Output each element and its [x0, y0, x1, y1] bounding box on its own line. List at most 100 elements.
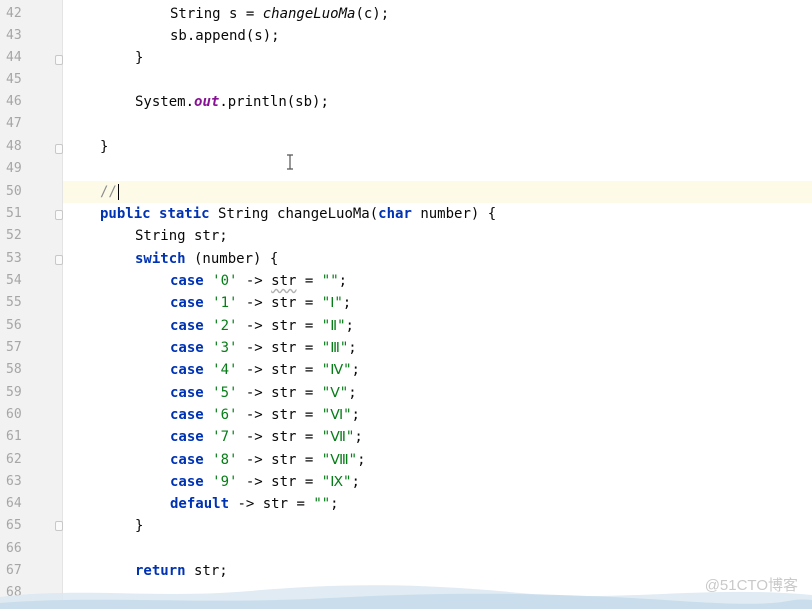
code-line: }: [100, 139, 109, 155]
string-literal: "Ⅵ": [321, 407, 352, 423]
case-line: case '5' -> str = "Ⅴ";: [170, 382, 357, 404]
line-number: 50: [6, 184, 22, 199]
fold-marker-icon[interactable]: [55, 210, 63, 220]
code-text: (number) {: [185, 251, 279, 267]
code-text: str: [271, 340, 297, 356]
code-text: ;: [351, 407, 360, 423]
line-number: 44: [6, 50, 22, 65]
code-text: =: [296, 452, 322, 468]
code-text: (c);: [355, 6, 390, 22]
code-text: str: [271, 474, 297, 490]
code-text: ;: [330, 496, 339, 512]
code-text: ;: [357, 452, 366, 468]
char-literal: '6': [212, 407, 238, 423]
code-line: return str;: [135, 560, 228, 582]
string-literal: "Ⅱ": [321, 318, 346, 334]
line-number: 43: [6, 28, 22, 43]
fold-marker-icon[interactable]: [55, 144, 63, 154]
line-number: 53: [6, 251, 22, 266]
line-number: 61: [6, 429, 22, 444]
code-text: =: [296, 362, 322, 378]
line-number: 56: [6, 318, 22, 333]
line-number: 58: [6, 362, 22, 377]
line-number: 47: [6, 116, 22, 131]
code-text: ;: [342, 295, 352, 311]
fold-marker-icon[interactable]: [55, 255, 63, 265]
code-text: =: [296, 474, 322, 490]
code-text: String changeLuoMa(: [209, 206, 379, 222]
code-text: ->: [237, 318, 272, 334]
code-text: ->: [237, 429, 272, 445]
keyword: case: [170, 273, 204, 289]
code-text: ;: [345, 318, 354, 334]
char-literal: '5': [212, 385, 238, 401]
code-editor[interactable]: String s = changeLuoMa(c); sb.append(s);…: [63, 0, 812, 609]
fold-marker-icon[interactable]: [55, 55, 63, 65]
line-number: 60: [6, 407, 22, 422]
line-number: 62: [6, 452, 22, 467]
keyword: case: [170, 385, 204, 401]
code-text: =: [296, 318, 322, 334]
code-text: str: [271, 273, 297, 289]
code-text: str: [271, 452, 297, 468]
line-number: 64: [6, 496, 22, 511]
case-line: case '1' -> str = "Ⅰ";: [170, 292, 351, 314]
line-number: 57: [6, 340, 22, 355]
code-line: }: [135, 50, 144, 66]
code-text: str: [271, 429, 297, 445]
keyword: case: [170, 474, 204, 490]
line-number: 66: [6, 541, 22, 556]
string-literal: "": [313, 496, 331, 512]
line-number: 52: [6, 228, 22, 243]
code-line: switch (number) {: [135, 248, 278, 270]
code-text: ;: [348, 385, 357, 401]
code-line: public static String changeLuoMa(char nu…: [100, 203, 496, 225]
line-number: 45: [6, 72, 22, 87]
code-text: ->: [237, 452, 272, 468]
code-line: String str;: [135, 228, 228, 244]
code-text: str: [271, 318, 297, 334]
method-name: changeLuoMa: [262, 6, 356, 22]
code-text: str: [271, 385, 297, 401]
line-number: 48: [6, 139, 22, 154]
line-number: 68: [6, 585, 22, 600]
string-literal: "Ⅰ": [321, 295, 343, 311]
case-line: case '4' -> str = "Ⅳ";: [170, 359, 360, 381]
string-literal: "Ⅷ": [321, 452, 358, 468]
code-text: ;: [351, 474, 360, 490]
string-literal: "Ⅴ": [321, 385, 349, 401]
keyword: case: [170, 362, 204, 378]
code-text: ->: [237, 385, 272, 401]
mouse-ibeam-cursor-icon: [286, 154, 294, 170]
char-literal: '3': [212, 340, 238, 356]
line-number: 59: [6, 385, 22, 400]
editor-gutter: 42 43 44 45 46 47 48 49 50 51 52 53 54 5…: [0, 0, 63, 609]
code-text: =: [296, 385, 322, 401]
static-field: out: [194, 94, 220, 110]
line-number: 67: [6, 563, 22, 578]
keyword: case: [170, 407, 204, 423]
fold-marker-icon[interactable]: [55, 521, 63, 531]
keyword: default: [170, 496, 230, 512]
code-line: //: [100, 181, 119, 203]
code-line: String s = changeLuoMa(c);: [170, 3, 389, 25]
code-text: ->: [237, 273, 272, 289]
string-literal: "Ⅲ": [321, 340, 349, 356]
code-text: =: [296, 273, 322, 289]
line-number: 63: [6, 474, 22, 489]
keyword: switch: [135, 251, 186, 267]
char-literal: '2': [212, 318, 238, 334]
code-text: ->: [237, 340, 272, 356]
line-number: 54: [6, 273, 22, 288]
keyword: case: [170, 452, 204, 468]
code-text: -> str =: [229, 496, 314, 512]
string-literal: "Ⅳ": [321, 362, 352, 378]
code-text: ;: [338, 273, 348, 289]
code-text: =: [296, 407, 322, 423]
code-line: System.out.println(sb);: [135, 91, 329, 113]
case-line: case '9' -> str = "Ⅸ";: [170, 471, 360, 493]
keyword: case: [170, 429, 204, 445]
code-line: default -> str = "";: [170, 493, 339, 515]
case-line: case '2' -> str = "Ⅱ";: [170, 315, 354, 337]
code-text: =: [296, 340, 322, 356]
